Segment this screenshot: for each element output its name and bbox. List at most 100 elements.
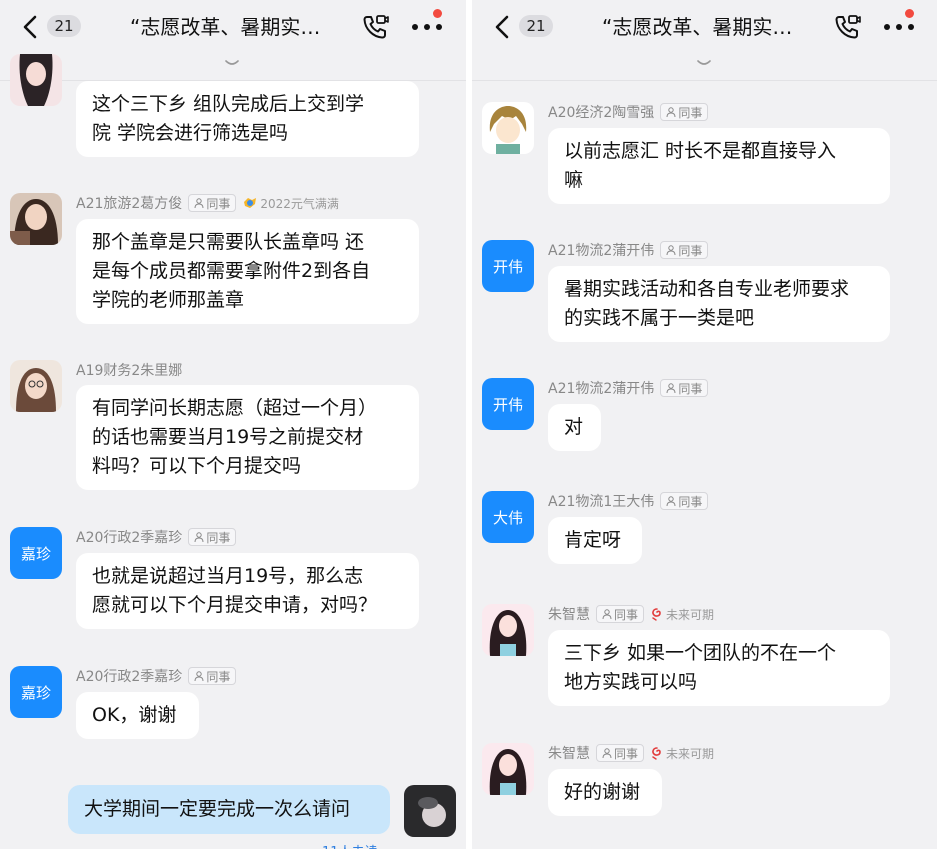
person-icon: [666, 107, 676, 117]
avatar[interactable]: [10, 193, 62, 245]
sender-line: A20行政2季嘉珍 同事: [76, 527, 237, 547]
message-bubble[interactable]: 暑期实践活动和各自专业老师要求 的实践不属于一类是吧: [548, 266, 890, 342]
message-line: 是每个成员都需要拿附件2到各自: [92, 260, 371, 282]
avatar[interactable]: [482, 604, 534, 656]
sender-name[interactable]: A21旅游2葛方俊: [76, 193, 182, 213]
sender-line: A21物流2蒲开伟 同事: [548, 378, 709, 398]
colleague-tag: 同事: [660, 492, 709, 510]
notification-dot: [905, 9, 914, 18]
medal-icon: [244, 198, 257, 208]
sender-name[interactable]: 朱智慧: [548, 604, 590, 624]
sender-name[interactable]: A19财务2朱里娜: [76, 360, 182, 380]
unread-status[interactable]: 11人未读: [322, 841, 378, 849]
colleague-tag: 同事: [660, 241, 709, 259]
avatar[interactable]: [482, 102, 534, 154]
message-line: 暑期实践活动和各自专业老师要求: [564, 278, 850, 300]
pull-down-indicator-icon: [225, 60, 239, 65]
group-call-icon[interactable]: [832, 12, 862, 42]
more-options-icon[interactable]: [410, 16, 444, 36]
sender-line: A21旅游2葛方俊 同事 2022元气满满: [76, 193, 339, 213]
chat-title[interactable]: “志愿改革、暑期实…: [130, 12, 340, 42]
sender-line: A19财务2朱里娜: [76, 360, 182, 380]
person-icon: [602, 609, 612, 619]
message-line: 那个盖章是只需要队长盖章吗 还: [92, 231, 365, 253]
chat-panel-right: 21 “志愿改革、暑期实… A20经济2陶雪强 同事 以前志愿汇 时长不是都直接…: [472, 0, 937, 849]
message-bubble[interactable]: 三下乡 如果一个团队的不在一个 地方实践可以吗: [548, 630, 890, 706]
avatar[interactable]: 嘉珍: [10, 527, 62, 579]
sender-name[interactable]: A20经济2陶雪强: [548, 102, 654, 122]
sender-name[interactable]: A20行政2季嘉珍: [76, 666, 182, 686]
message-bubble[interactable]: 对: [548, 404, 601, 451]
avatar[interactable]: 开伟: [482, 240, 534, 292]
message-bubble[interactable]: OK，谢谢: [76, 692, 199, 739]
message-line: 以前志愿汇 时长不是都直接导入: [564, 140, 837, 162]
message-bubble[interactable]: 好的谢谢: [548, 769, 662, 816]
avatar[interactable]: [10, 360, 62, 412]
chat-panel-left: 21 “志愿改革、暑期实… 这个三下乡 组队完成后上交到学 院 学院会进行筛选是…: [0, 0, 466, 849]
more-options-icon[interactable]: [882, 16, 916, 36]
pull-down-indicator-icon: [697, 60, 711, 65]
message-line: 大学期间一定要完成一次么请问: [84, 798, 351, 820]
message-line: 地方实践可以吗: [564, 671, 698, 693]
message-line: 这个三下乡 组队完成后上交到学: [92, 93, 365, 115]
message-line: 的实践不属于一类是吧: [564, 307, 755, 329]
message-line: OK，谢谢: [92, 704, 177, 726]
sender-name[interactable]: A21物流1王大伟: [548, 491, 654, 511]
back-arrow-icon[interactable]: [490, 13, 516, 41]
notification-dot: [433, 9, 442, 18]
message-bubble[interactable]: 也就是说超过当月19号，那么志 愿就可以下个月提交申请，对吗？: [76, 553, 419, 629]
message-line: 嘛: [564, 169, 584, 191]
unread-count-badge[interactable]: 21: [519, 15, 553, 37]
sender-name[interactable]: 朱智慧: [548, 743, 590, 763]
honor-badge: 2022元气满满: [242, 195, 339, 212]
sender-name[interactable]: A21物流2蒲开伟: [548, 378, 654, 398]
person-icon: [194, 532, 204, 542]
group-call-icon[interactable]: [360, 12, 390, 42]
avatar[interactable]: [482, 743, 534, 795]
avatar[interactable]: [10, 54, 62, 106]
person-icon: [666, 383, 676, 393]
self-avatar[interactable]: [404, 785, 456, 837]
person-icon: [666, 496, 676, 506]
header-divider: [472, 80, 937, 81]
message-line: 对: [564, 416, 584, 438]
message-line: 好的谢谢: [564, 781, 641, 803]
sender-line: 朱智慧 同事 未来可期: [548, 743, 714, 763]
message-bubble[interactable]: 以前志愿汇 时长不是都直接导入 嘛: [548, 128, 890, 204]
person-icon: [602, 748, 612, 758]
message-line: 愿就可以下个月提交申请，对吗？: [92, 594, 378, 616]
message-bubble[interactable]: 有同学问长期志愿（超过一个月） 的话也需要当月19号之前提交材 料吗？可以下个月…: [76, 385, 419, 490]
swirl-badge-icon: [652, 747, 661, 760]
message-bubble[interactable]: 这个三下乡 组队完成后上交到学 院 学院会进行筛选是吗: [76, 81, 419, 157]
message-line: 料吗？可以下个月提交吗: [92, 455, 302, 477]
colleague-tag: 同事: [188, 194, 237, 212]
self-message-bubble[interactable]: 大学期间一定要完成一次么请问: [68, 785, 390, 834]
sender-line: A20经济2陶雪强 同事: [548, 102, 709, 122]
message-bubble[interactable]: 肯定呀: [548, 517, 642, 564]
sender-line: A21物流2蒲开伟 同事: [548, 240, 709, 260]
unread-count-badge[interactable]: 21: [47, 15, 81, 37]
colleague-tag: 同事: [188, 528, 237, 546]
colleague-tag: 同事: [188, 667, 237, 685]
honor-badge: 未来可期: [650, 606, 714, 623]
avatar[interactable]: 开伟: [482, 378, 534, 430]
chat-title[interactable]: “志愿改革、暑期实…: [602, 12, 812, 42]
colleague-tag: 同事: [596, 605, 645, 623]
avatar[interactable]: 嘉珍: [10, 666, 62, 718]
sender-name[interactable]: A21物流2蒲开伟: [548, 240, 654, 260]
message-line: 的话也需要当月19号之前提交材: [92, 426, 364, 448]
avatar[interactable]: 大伟: [482, 491, 534, 543]
sender-line: 朱智慧 同事 未来可期: [548, 604, 714, 624]
message-line: 也就是说超过当月19号，那么志: [92, 565, 364, 587]
message-bubble[interactable]: 那个盖章是只需要队长盖章吗 还 是每个成员都需要拿附件2到各自 学院的老师那盖章: [76, 219, 419, 324]
sender-line: A20行政2季嘉珍 同事: [76, 666, 237, 686]
message-line: 三下乡 如果一个团队的不在一个: [564, 642, 837, 664]
message-line: 有同学问长期志愿（超过一个月）: [92, 397, 378, 419]
chat-header: 21 “志愿改革、暑期实…: [0, 0, 466, 58]
person-icon: [194, 671, 204, 681]
swirl-badge-icon: [652, 608, 661, 621]
person-icon: [194, 198, 204, 208]
back-arrow-icon[interactable]: [18, 13, 44, 41]
sender-name[interactable]: A20行政2季嘉珍: [76, 527, 182, 547]
chat-header: 21 “志愿改革、暑期实…: [472, 0, 937, 58]
